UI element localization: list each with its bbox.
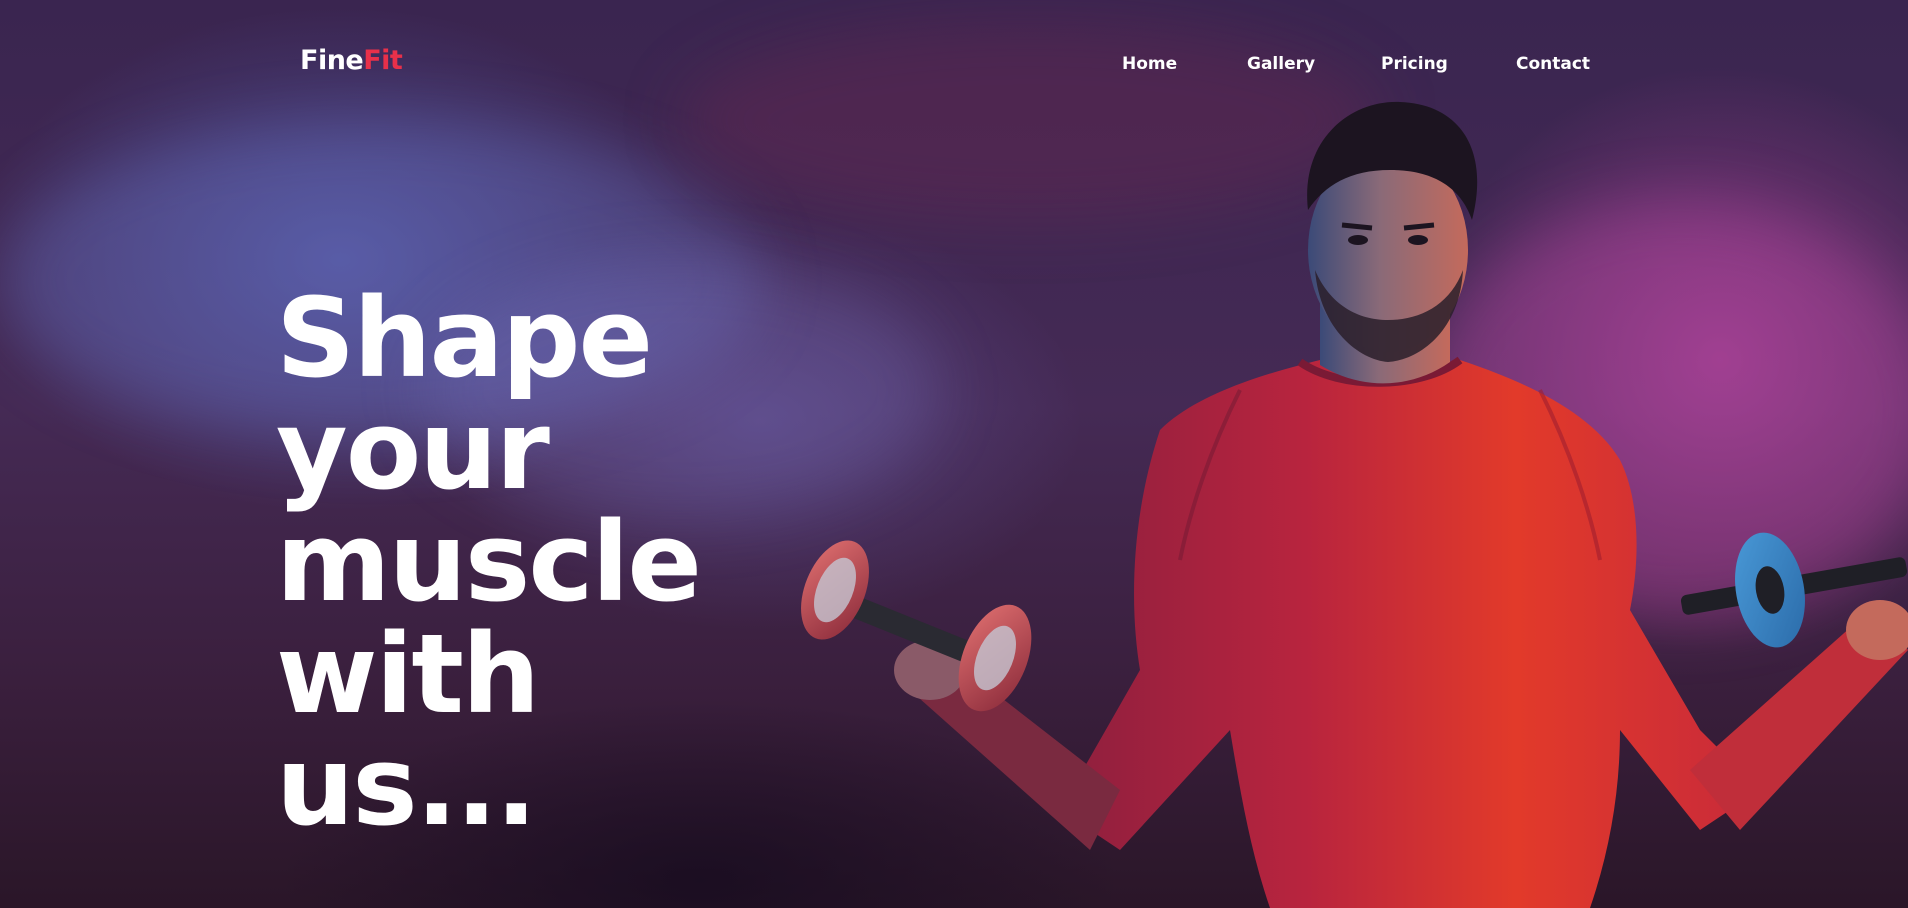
headline-line: muscle xyxy=(276,498,702,626)
brand-name-prefix: Fine xyxy=(300,45,364,76)
hero-headline: Shape your muscle with us... xyxy=(276,274,702,850)
headline-line: your xyxy=(276,386,550,514)
nav-link-gallery[interactable]: Gallery xyxy=(1247,54,1315,74)
headline-line: with xyxy=(276,610,540,738)
nav-link-home[interactable]: Home xyxy=(1122,54,1177,74)
brand-name-suffix: Fit xyxy=(363,45,403,76)
nav-link-pricing[interactable]: Pricing xyxy=(1381,54,1448,74)
headline-line: Shape xyxy=(276,274,653,402)
nav-link-contact[interactable]: Contact xyxy=(1516,54,1590,74)
hero-section: FineFit Home Gallery Pricing Contact Sha… xyxy=(0,0,1908,908)
brand-logo[interactable]: FineFit xyxy=(300,45,403,76)
headline-line: us... xyxy=(276,722,537,850)
athlete-photo xyxy=(801,101,1908,908)
